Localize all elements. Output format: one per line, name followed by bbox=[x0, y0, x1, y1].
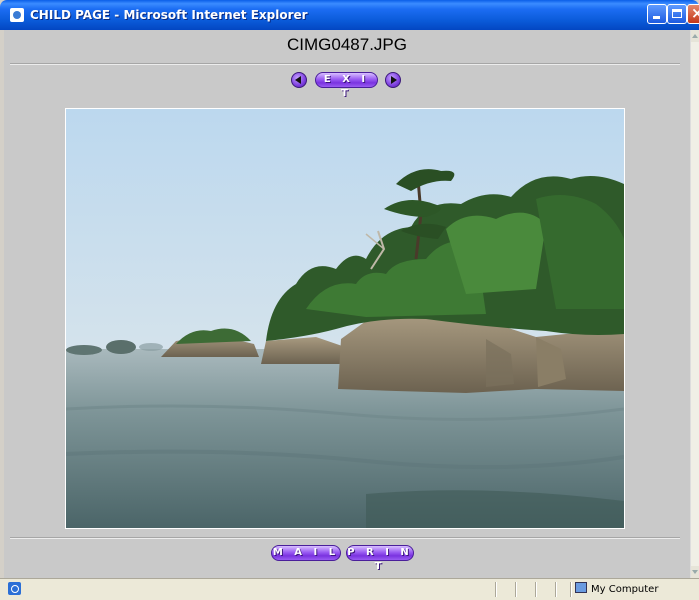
coastal-islands-photo bbox=[66, 109, 624, 528]
title-bar[interactable]: CHILD PAGE - Microsoft Internet Explorer… bbox=[0, 0, 699, 30]
security-zone: My Computer bbox=[575, 582, 658, 595]
minimize-button[interactable] bbox=[647, 4, 667, 24]
vertical-scrollbar[interactable] bbox=[690, 30, 699, 578]
image-filename: CIMG0487.JPG bbox=[287, 35, 407, 54]
left-arrow-icon bbox=[295, 76, 301, 84]
divider-bottom bbox=[10, 537, 680, 539]
close-icon: × bbox=[691, 4, 699, 22]
browser-window: CHILD PAGE - Microsoft Internet Explorer… bbox=[0, 0, 699, 600]
page-status-icon bbox=[8, 582, 21, 595]
computer-icon bbox=[575, 582, 587, 593]
maximize-button[interactable] bbox=[667, 4, 687, 24]
status-divider bbox=[515, 582, 517, 597]
main-photo bbox=[65, 108, 625, 529]
close-button[interactable]: × bbox=[687, 4, 699, 24]
ie-app-icon bbox=[10, 8, 24, 22]
status-divider bbox=[495, 582, 497, 597]
exit-button[interactable]: E X I T bbox=[315, 72, 378, 99]
divider-top bbox=[10, 63, 680, 65]
status-bar: My Computer bbox=[0, 578, 699, 600]
previous-image-button[interactable] bbox=[291, 72, 307, 88]
status-divider bbox=[570, 582, 572, 597]
next-image-button[interactable] bbox=[385, 72, 401, 88]
page-content: CIMG0487.JPG E X I T M A I L P R I N T bbox=[4, 30, 690, 578]
scroll-down-arrow-icon[interactable] bbox=[691, 566, 699, 578]
window-title: CHILD PAGE - Microsoft Internet Explorer bbox=[30, 8, 308, 22]
mail-button[interactable]: M A I L bbox=[271, 545, 341, 561]
status-divider bbox=[535, 582, 537, 597]
status-divider bbox=[555, 582, 557, 597]
print-button[interactable]: P R I N T bbox=[346, 545, 414, 572]
security-zone-label: My Computer bbox=[591, 584, 659, 595]
scroll-up-arrow-icon[interactable] bbox=[691, 30, 699, 42]
right-arrow-icon bbox=[391, 76, 397, 84]
